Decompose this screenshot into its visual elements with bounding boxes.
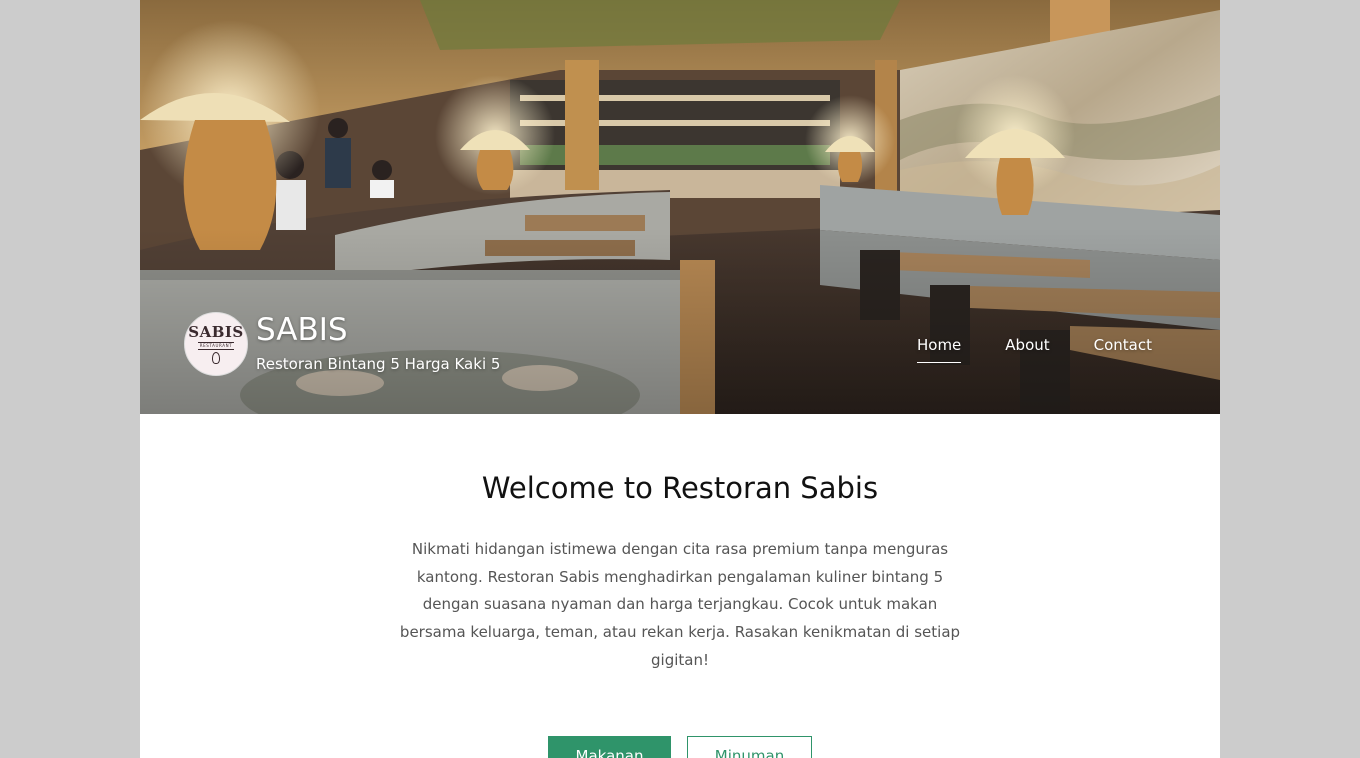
site-tagline: Restoran Bintang 5 Harga Kaki 5: [256, 355, 501, 373]
food-button[interactable]: Makanan: [548, 735, 671, 758]
logo-subtext: RESTAURANT: [197, 341, 235, 350]
nav-about-link[interactable]: About: [1005, 336, 1049, 363]
logo-emblem-icon: [212, 351, 220, 364]
main-content: Welcome to Restoran Sabis Nikmati hidang…: [140, 414, 1220, 758]
hero-header: SABIS RESTAURANT SABIS Restoran Bintang …: [140, 0, 1220, 414]
brand-text: SABIS Restoran Bintang 5 Harga Kaki 5: [256, 312, 500, 374]
nav-contact-link[interactable]: Contact: [1094, 336, 1152, 363]
page-container: SABIS RESTAURANT SABIS Restoran Bintang …: [140, 0, 1220, 758]
main-navigation: Home About Contact: [873, 336, 1152, 363]
category-buttons: Makanan Minuman: [140, 735, 1220, 758]
site-title[interactable]: SABIS: [256, 312, 500, 348]
nav-home-link[interactable]: Home: [916, 336, 962, 363]
logo-wordmark: SABIS: [188, 322, 244, 341]
restaurant-logo[interactable]: SABIS RESTAURANT: [184, 312, 248, 376]
welcome-heading: Welcome to Restoran Sabis: [481, 471, 879, 505]
brand: SABIS RESTAURANT SABIS Restoran Bintang …: [184, 312, 500, 376]
drinks-button[interactable]: Minuman: [687, 735, 812, 758]
intro-paragraph: Nikmati hidangan istimewa dengan cita ra…: [399, 540, 961, 669]
